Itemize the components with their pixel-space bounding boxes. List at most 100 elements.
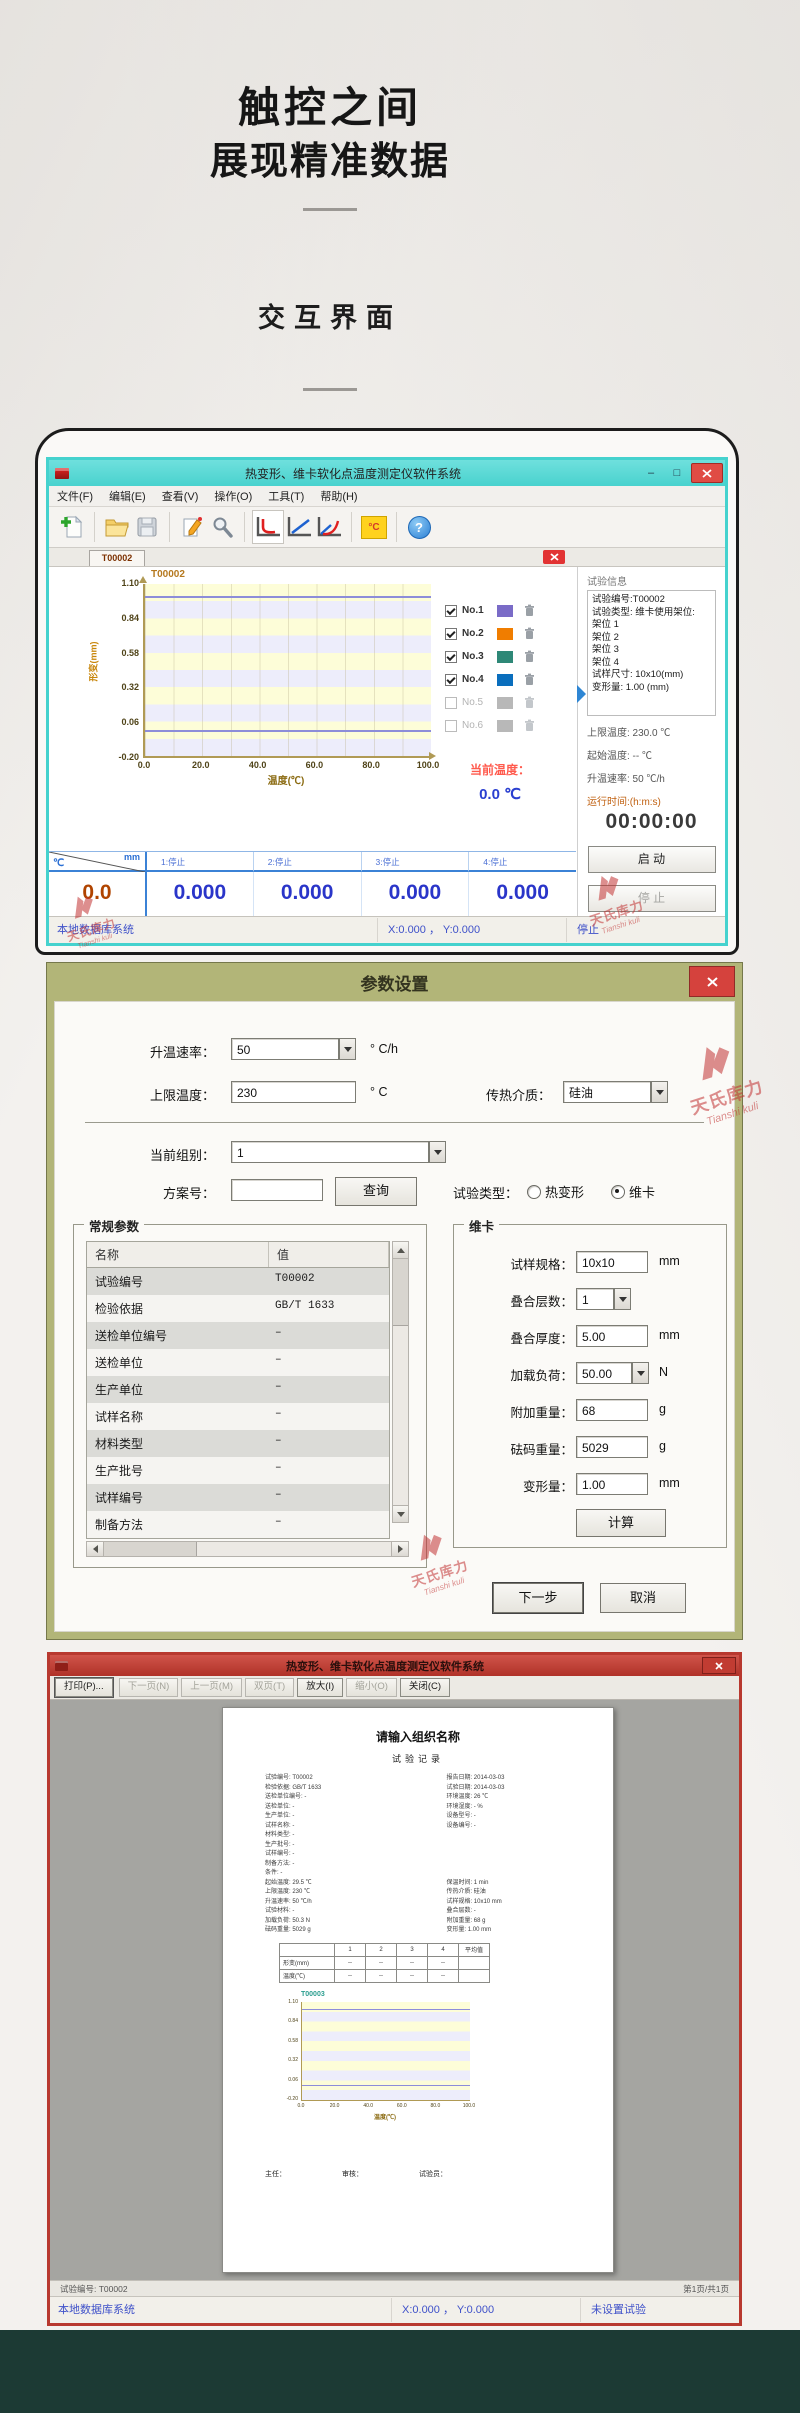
table-row[interactable]: 生产单位 – — [87, 1376, 389, 1403]
stop-button[interactable]: 停 止 — [588, 885, 716, 912]
query-button[interactable]: 查询 — [335, 1177, 417, 1206]
menu-file[interactable]: 文件(F) — [57, 488, 93, 504]
channel-1-checkbox[interactable] — [445, 605, 457, 617]
scroll-right-icon[interactable] — [391, 1542, 408, 1556]
scroll-up-icon[interactable] — [393, 1242, 408, 1259]
table-row[interactable]: 试样编号 – — [87, 1484, 389, 1511]
param-name: 材料类型 — [87, 1430, 269, 1457]
tab-t00002[interactable]: T00002 — [89, 550, 145, 566]
next-button[interactable]: 下一步 — [493, 1583, 583, 1613]
param-value: – — [269, 1511, 389, 1538]
table-row[interactable]: 制备方法 – — [87, 1511, 389, 1538]
edit-button[interactable] — [177, 511, 207, 543]
temperature-button[interactable]: °C — [359, 511, 389, 543]
layer-thickness-input[interactable]: 5.00 — [576, 1325, 648, 1347]
column-header-4: 4:停止 — [468, 852, 576, 872]
combined-curve-view-button[interactable] — [314, 511, 344, 543]
new-test-button[interactable] — [57, 511, 87, 543]
report-field-left: 生产批号: - — [265, 1841, 446, 1851]
trash-icon[interactable] — [524, 604, 535, 617]
calculate-button[interactable]: 计算 — [576, 1509, 666, 1537]
weight-input[interactable]: 5029 — [576, 1436, 648, 1458]
limit-temp-input[interactable]: 230 — [231, 1081, 356, 1103]
scroll-left-icon[interactable] — [87, 1542, 104, 1556]
report-field-left: 起始温度: 29.5 ℃ — [265, 1879, 446, 1889]
save-button[interactable] — [132, 511, 162, 543]
menu-tools[interactable]: 工具(T) — [268, 488, 304, 504]
close-preview-button[interactable]: 关闭(C) — [400, 1678, 450, 1697]
help-button[interactable]: ? — [404, 511, 434, 543]
print-button[interactable]: 打印(P)... — [55, 1678, 113, 1697]
specimen-size-input[interactable]: 10x10 — [576, 1251, 648, 1273]
test-type-thermal-option[interactable]: 热变形 — [527, 1182, 584, 1201]
tab-close-button[interactable] — [543, 550, 565, 564]
group-select[interactable]: 1 — [231, 1141, 429, 1163]
menu-edit[interactable]: 编辑(E) — [109, 488, 146, 504]
chevron-down-icon[interactable] — [339, 1038, 356, 1060]
close-button[interactable] — [691, 463, 723, 483]
vertical-scrollbar[interactable] — [392, 1241, 409, 1523]
horizontal-scrollbar[interactable] — [86, 1541, 409, 1557]
search-button[interactable] — [207, 511, 237, 543]
start-button[interactable]: 启 动 — [588, 846, 716, 873]
zoom-in-button[interactable]: 放大(I) — [297, 1678, 343, 1697]
trash-icon[interactable] — [524, 627, 535, 640]
extra-weight-input[interactable]: 68 — [576, 1399, 648, 1421]
status-database: 本地数据库系统 — [49, 918, 378, 942]
close-button[interactable] — [702, 1657, 736, 1674]
page-canvas: 触控之间 展现精准数据 交互界面 热变形、维卡软化点温度测定仪软件系统 – □ … — [0, 0, 800, 2413]
channel-5-checkbox[interactable] — [445, 697, 457, 709]
test-type-vicat-option[interactable]: 维卡 — [611, 1182, 655, 1201]
table-row[interactable]: 送检单位 – — [87, 1349, 389, 1376]
next-page-button[interactable]: 下一页(N) — [119, 1678, 179, 1697]
channel-2-checkbox[interactable] — [445, 628, 457, 640]
trash-icon[interactable] — [524, 650, 535, 663]
medium-select[interactable]: 硅油 — [563, 1081, 651, 1103]
scroll-down-icon[interactable] — [393, 1505, 408, 1522]
channel-4-checkbox[interactable] — [445, 674, 457, 686]
chevron-down-icon[interactable] — [614, 1288, 631, 1310]
table-row[interactable]: 检验依据 GB/T 1633 — [87, 1295, 389, 1322]
hero-title-line1: 触控之间 — [0, 74, 660, 135]
param-dialog-titlebar: 参数设置 — [54, 963, 735, 1001]
field-unit: mm — [659, 1254, 680, 1268]
vicat-curve-view-button[interactable] — [252, 510, 284, 544]
channel-3-checkbox[interactable] — [445, 651, 457, 663]
table-row[interactable]: 生产批号 – — [87, 1457, 389, 1484]
layer-count-select[interactable]: 1 — [576, 1288, 614, 1310]
trash-icon[interactable] — [524, 673, 535, 686]
menu-view[interactable]: 查看(V) — [162, 488, 199, 504]
table-row[interactable]: 试样名称 – — [87, 1403, 389, 1430]
maximize-button[interactable]: □ — [665, 464, 689, 482]
menu-operate[interactable]: 操作(O) — [214, 488, 252, 504]
trash-icon[interactable] — [524, 719, 535, 732]
heat-rate-input[interactable]: 50 — [231, 1038, 339, 1060]
channel-label: No.4 — [462, 674, 492, 685]
open-button[interactable] — [102, 511, 132, 543]
channel-6-checkbox[interactable] — [445, 720, 457, 732]
report-fields: 试验编号: T00002 报告日期: 2014-03-03 检验依据: GB/T… — [265, 1774, 589, 1936]
help-icon: ? — [408, 516, 431, 539]
menu-help[interactable]: 帮助(H) — [320, 488, 357, 504]
plan-label: 方案号： — [95, 1183, 215, 1202]
trash-icon[interactable] — [524, 696, 535, 709]
minimize-button[interactable]: – — [639, 464, 663, 482]
scrollbar-thumb[interactable] — [104, 1542, 197, 1556]
table-row[interactable]: 试验编号 T00002 — [87, 1268, 389, 1295]
line-curve-view-button[interactable] — [284, 511, 314, 543]
chevron-down-icon[interactable] — [651, 1081, 668, 1103]
chevron-down-icon[interactable] — [429, 1141, 446, 1163]
two-page-button[interactable]: 双页(T) — [245, 1678, 294, 1697]
close-button[interactable] — [689, 966, 735, 997]
load-select[interactable]: 50.00 — [576, 1362, 632, 1384]
chevron-down-icon[interactable] — [632, 1362, 649, 1384]
scrollbar-thumb[interactable] — [393, 1259, 408, 1326]
plan-input[interactable] — [231, 1179, 323, 1201]
cancel-button[interactable]: 取消 — [600, 1583, 686, 1613]
prev-page-button[interactable]: 上一页(M) — [181, 1678, 242, 1697]
collapse-arrow-icon[interactable] — [577, 685, 586, 703]
deformation-input[interactable]: 1.00 — [576, 1473, 648, 1495]
table-row[interactable]: 送检单位编号 – — [87, 1322, 389, 1349]
table-row[interactable]: 材料类型 – — [87, 1430, 389, 1457]
zoom-out-button[interactable]: 缩小(O) — [346, 1678, 397, 1697]
